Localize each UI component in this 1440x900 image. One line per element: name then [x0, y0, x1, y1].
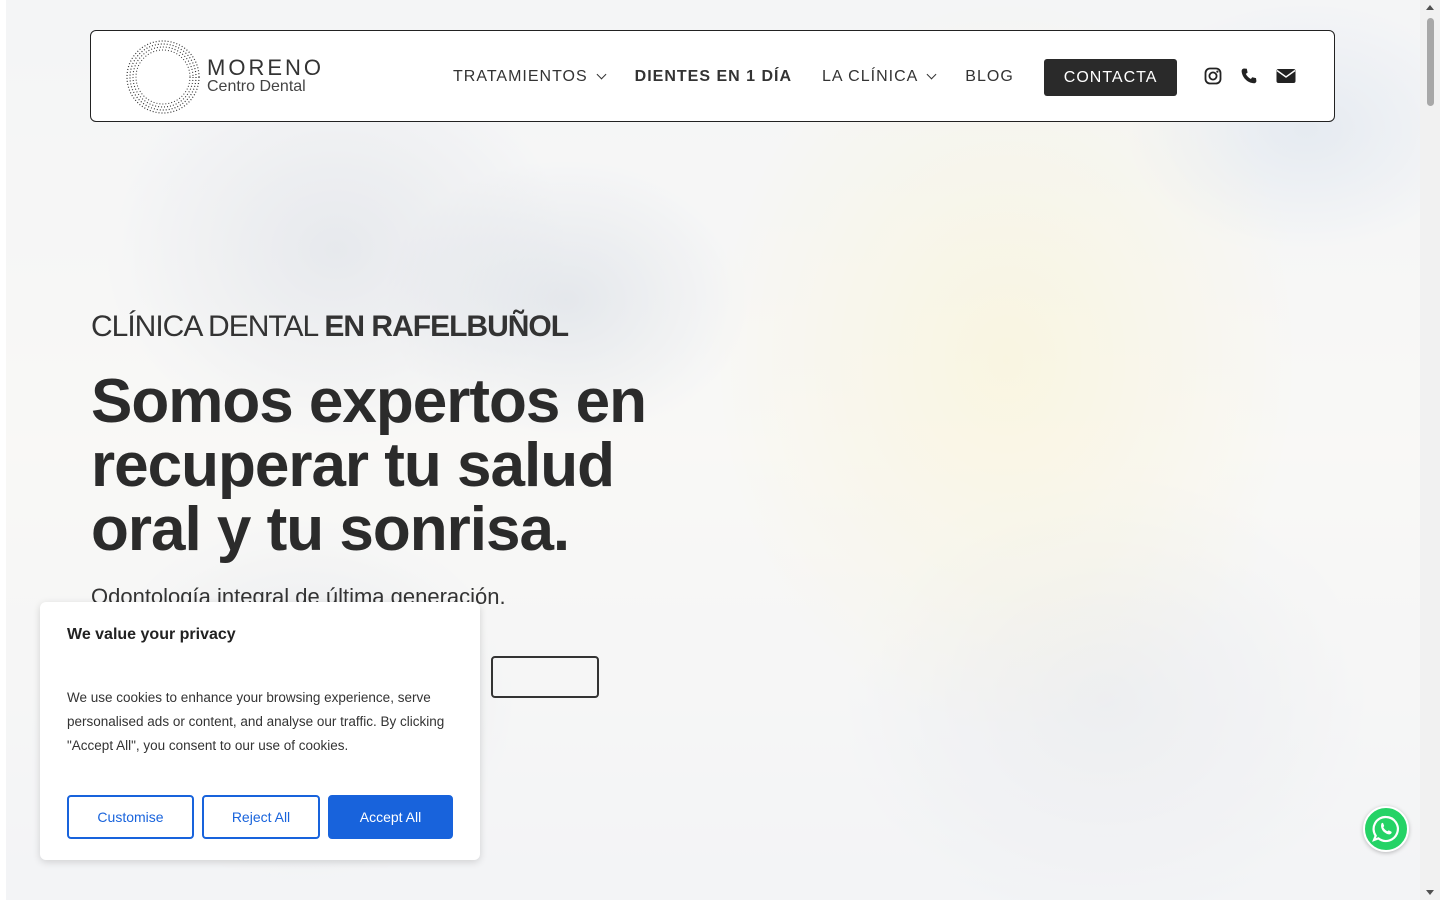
nav-item-dientes-en-1-dia[interactable]: DIENTES EN 1 DÍA: [635, 68, 792, 86]
nav-item-blog[interactable]: BLOG: [965, 68, 1013, 86]
cookie-consent-banner: We value your privacy We use cookies to …: [40, 602, 480, 860]
scroll-down-arrow[interactable]: [1426, 890, 1434, 895]
page-edge: [0, 0, 6, 900]
nav-item-tratamientos[interactable]: TRATAMIENTOS: [453, 68, 607, 86]
envelope-icon[interactable]: [1276, 68, 1296, 89]
logo-icon[interactable]: [125, 39, 201, 115]
whatsapp-icon: [1372, 815, 1399, 843]
customise-button[interactable]: Customise: [67, 795, 194, 839]
hero-eyebrow-bold: EN RAFELBUÑOL: [324, 310, 569, 343]
contacta-button[interactable]: CONTACTA: [1043, 58, 1178, 96]
hero-content: CLÍNICA DENTAL EN RAFELBUÑOL Somos exper…: [91, 310, 711, 698]
nav-item-la-clinica[interactable]: LA CLÍNICA: [822, 68, 937, 86]
hero-cta-button[interactable]: [491, 656, 599, 698]
nav-item-label: BLOG: [965, 68, 1014, 85]
scroll-up-arrow[interactable]: [1426, 5, 1434, 10]
chevron-down-icon: [926, 69, 937, 80]
scroll-thumb[interactable]: [1427, 18, 1434, 106]
whatsapp-button[interactable]: [1363, 806, 1409, 852]
hero-eyebrow-light: CLÍNICA DENTAL: [91, 310, 325, 343]
nav-item-label: TRATAMIENTOS: [453, 68, 588, 85]
site-header: MORENO Centro Dental TRATAMIENTOS DIENTE…: [90, 30, 1335, 122]
chevron-down-icon: [596, 69, 607, 80]
nav-item-label: LA CLÍNICA: [822, 68, 919, 85]
cookie-text: We use cookies to enhance your browsing …: [67, 690, 445, 753]
logo-wordmark[interactable]: MORENO Centro Dental: [207, 57, 324, 95]
logo-title: MORENO: [207, 55, 324, 80]
hero-headline: Somos expertos en recuperar tu salud ora…: [91, 367, 647, 564]
instagram-icon[interactable]: [1204, 67, 1222, 90]
phone-icon[interactable]: [1240, 67, 1258, 90]
hero-eyebrow: CLÍNICA DENTAL EN RAFELBUÑOL: [91, 310, 711, 344]
social-links: [1186, 67, 1296, 90]
scrollbar[interactable]: [1420, 0, 1440, 900]
logo-subtitle: Centro Dental: [207, 78, 306, 95]
reject-all-button[interactable]: Reject All: [202, 795, 320, 839]
nav-item-label: DIENTES EN 1 DÍA: [634, 68, 793, 85]
cookie-title: We value your privacy: [67, 626, 236, 643]
accept-all-button[interactable]: Accept All: [328, 795, 453, 839]
main-nav: TRATAMIENTOS DIENTES EN 1 DÍA LA CLÍNICA…: [453, 31, 1178, 123]
